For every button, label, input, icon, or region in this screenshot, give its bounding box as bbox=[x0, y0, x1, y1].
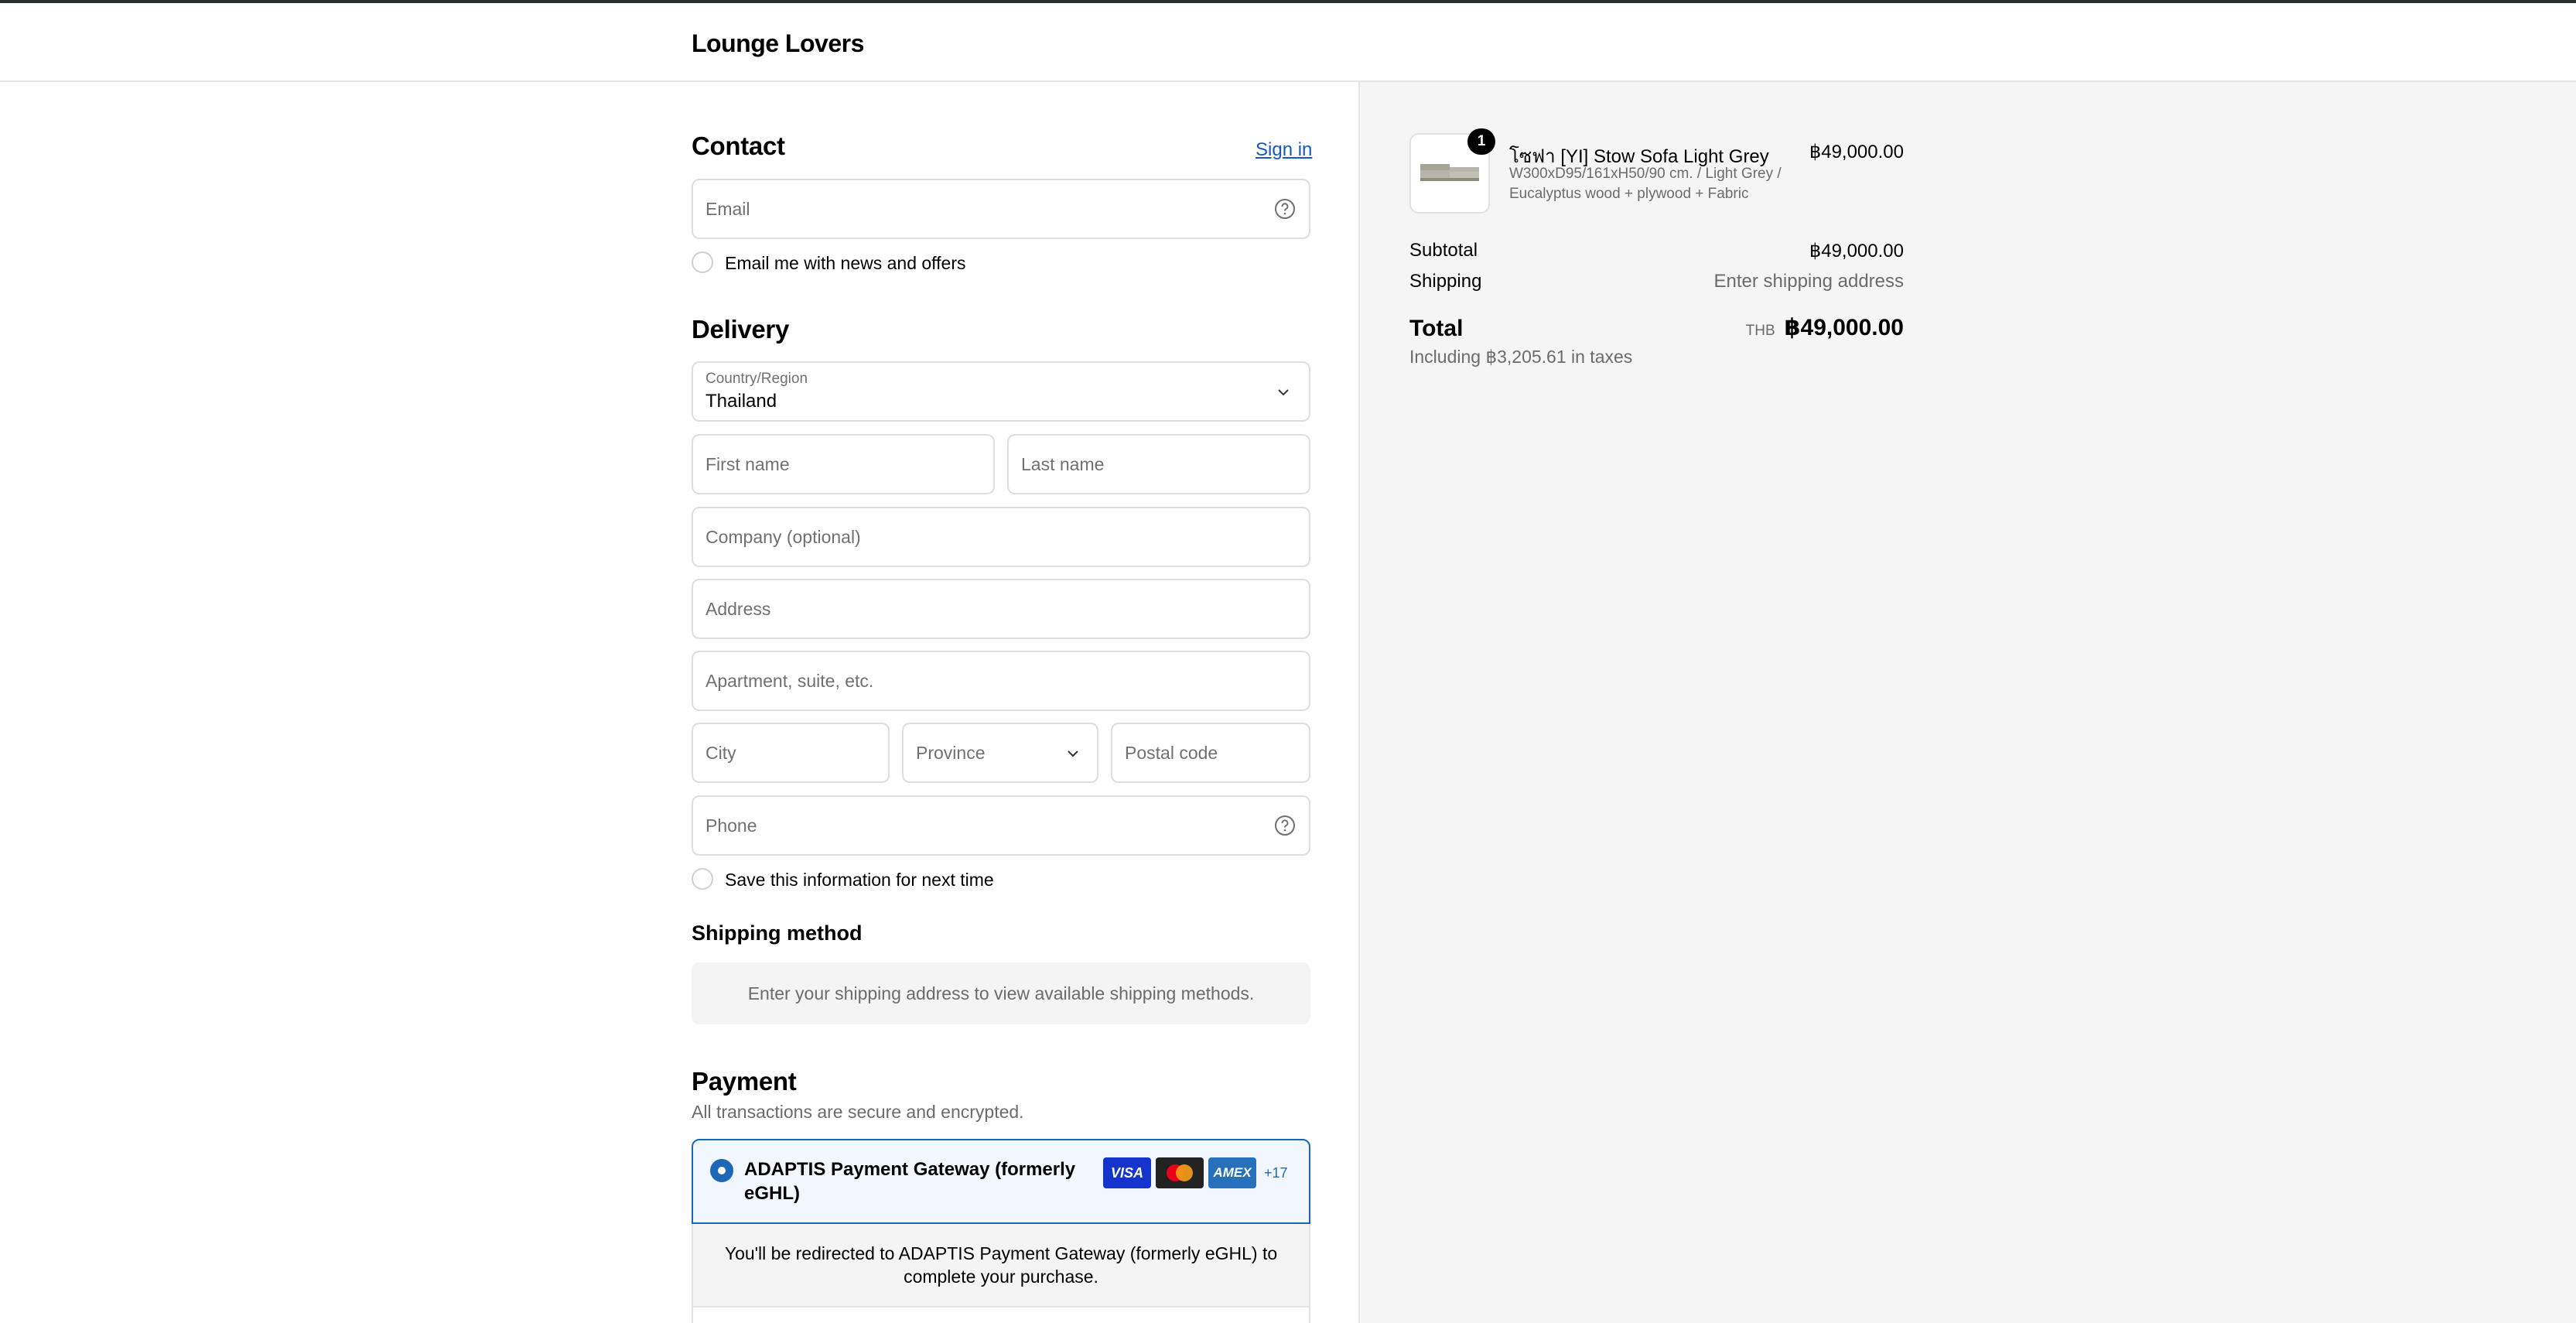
postal-code-field[interactable]: Postal code bbox=[1111, 723, 1310, 783]
visa-icon: VISA bbox=[1103, 1157, 1151, 1188]
news-checkbox-label: Email me with news and offers bbox=[725, 253, 966, 273]
amex-icon: AMEX bbox=[1208, 1157, 1256, 1188]
shipping-value: Enter shipping address bbox=[1713, 271, 1904, 292]
taxes-note: Including ฿3,205.61 in taxes bbox=[1409, 347, 1633, 367]
address-field[interactable]: Address bbox=[692, 579, 1310, 639]
payment-heading: Payment bbox=[692, 1067, 797, 1096]
payment-subtitle: All transactions are secure and encrypte… bbox=[692, 1102, 1024, 1122]
postal-code-placeholder: Postal code bbox=[1125, 743, 1218, 763]
redirect-message: You'll be redirected to ADAPTIS Payment … bbox=[724, 1243, 1278, 1287]
email-placeholder: Email bbox=[705, 199, 750, 219]
country-label: Country/Region bbox=[705, 371, 808, 387]
company-placeholder: Company (optional) bbox=[705, 527, 861, 547]
quantity-badge: 1 bbox=[1467, 128, 1495, 155]
delivery-heading: Delivery bbox=[692, 315, 790, 344]
first-name-field[interactable]: First name bbox=[692, 434, 995, 494]
help-circle-icon[interactable] bbox=[1273, 197, 1297, 220]
chevron-down-icon bbox=[1068, 750, 1078, 757]
shipping-method-message-box: Enter your shipping address to view avai… bbox=[692, 962, 1310, 1024]
last-name-placeholder: Last name bbox=[1021, 454, 1105, 474]
redirect-message-box: You'll be redirected to ADAPTIS Payment … bbox=[692, 1224, 1310, 1308]
payment-option-name: ADAPTIS Payment Gateway (formerly eGHL) bbox=[744, 1159, 1076, 1204]
currency-code: THB bbox=[1745, 323, 1775, 339]
subtotal-value: ฿49,000.00 bbox=[1809, 241, 1904, 262]
email-field[interactable]: Email bbox=[692, 179, 1310, 239]
contact-heading: Contact bbox=[692, 132, 785, 160]
sign-in-link[interactable]: Sign in bbox=[1256, 139, 1312, 161]
shipping-method-message: Enter your shipping address to view avai… bbox=[747, 983, 1255, 1003]
help-circle-icon[interactable] bbox=[1273, 814, 1297, 837]
shipping-method-heading: Shipping method bbox=[692, 921, 863, 945]
apartment-placeholder: Apartment, suite, etc. bbox=[705, 671, 874, 691]
city-placeholder: City bbox=[705, 743, 736, 763]
more-cards-count: +17 bbox=[1264, 1165, 1288, 1181]
checkout-header: Lounge Lovers bbox=[0, 3, 2576, 82]
news-checkbox[interactable] bbox=[692, 251, 713, 273]
shipping-label: Shipping bbox=[1409, 271, 1482, 292]
city-field[interactable]: City bbox=[692, 723, 890, 783]
next-section-edge bbox=[692, 1308, 1310, 1323]
mastercard-icon bbox=[1156, 1157, 1204, 1188]
province-select[interactable]: Province bbox=[902, 723, 1098, 783]
country-select[interactable]: Country/Region Thailand bbox=[692, 361, 1310, 422]
total-value: ฿49,000.00 bbox=[1784, 315, 1904, 340]
phone-field[interactable]: Phone bbox=[692, 795, 1310, 856]
amex-icon-text: AMEX bbox=[1213, 1165, 1252, 1180]
mastercard-circles-icon bbox=[1167, 1164, 1193, 1181]
address-placeholder: Address bbox=[705, 599, 771, 619]
payment-radio[interactable] bbox=[710, 1159, 733, 1182]
last-name-field[interactable]: Last name bbox=[1007, 434, 1310, 494]
total-label: Total bbox=[1409, 316, 1464, 341]
payment-option-adaptis[interactable]: ADAPTIS Payment Gateway (formerly eGHL) … bbox=[692, 1139, 1310, 1224]
visa-icon-text: VISA bbox=[1110, 1164, 1143, 1181]
product-variant: W300xD95/161xH50/90 cm. / Light Grey / E… bbox=[1509, 166, 1782, 202]
country-value: Thailand bbox=[705, 391, 777, 412]
save-info-checkbox[interactable] bbox=[692, 868, 713, 890]
company-field[interactable]: Company (optional) bbox=[692, 507, 1310, 567]
first-name-placeholder: First name bbox=[705, 454, 790, 474]
save-info-label: Save this information for next time bbox=[725, 870, 994, 890]
apartment-field[interactable]: Apartment, suite, etc. bbox=[692, 651, 1310, 711]
chevron-down-icon bbox=[1278, 389, 1289, 396]
order-summary-panel bbox=[1358, 82, 2576, 1323]
subtotal-label: Subtotal bbox=[1409, 240, 1478, 261]
province-placeholder: Province bbox=[916, 743, 986, 763]
product-price: ฿49,000.00 bbox=[1809, 142, 1904, 162]
phone-placeholder: Phone bbox=[705, 815, 757, 836]
total-amount: THB ฿49,000.00 bbox=[1746, 314, 1904, 341]
store-name[interactable]: Lounge Lovers bbox=[692, 29, 864, 58]
